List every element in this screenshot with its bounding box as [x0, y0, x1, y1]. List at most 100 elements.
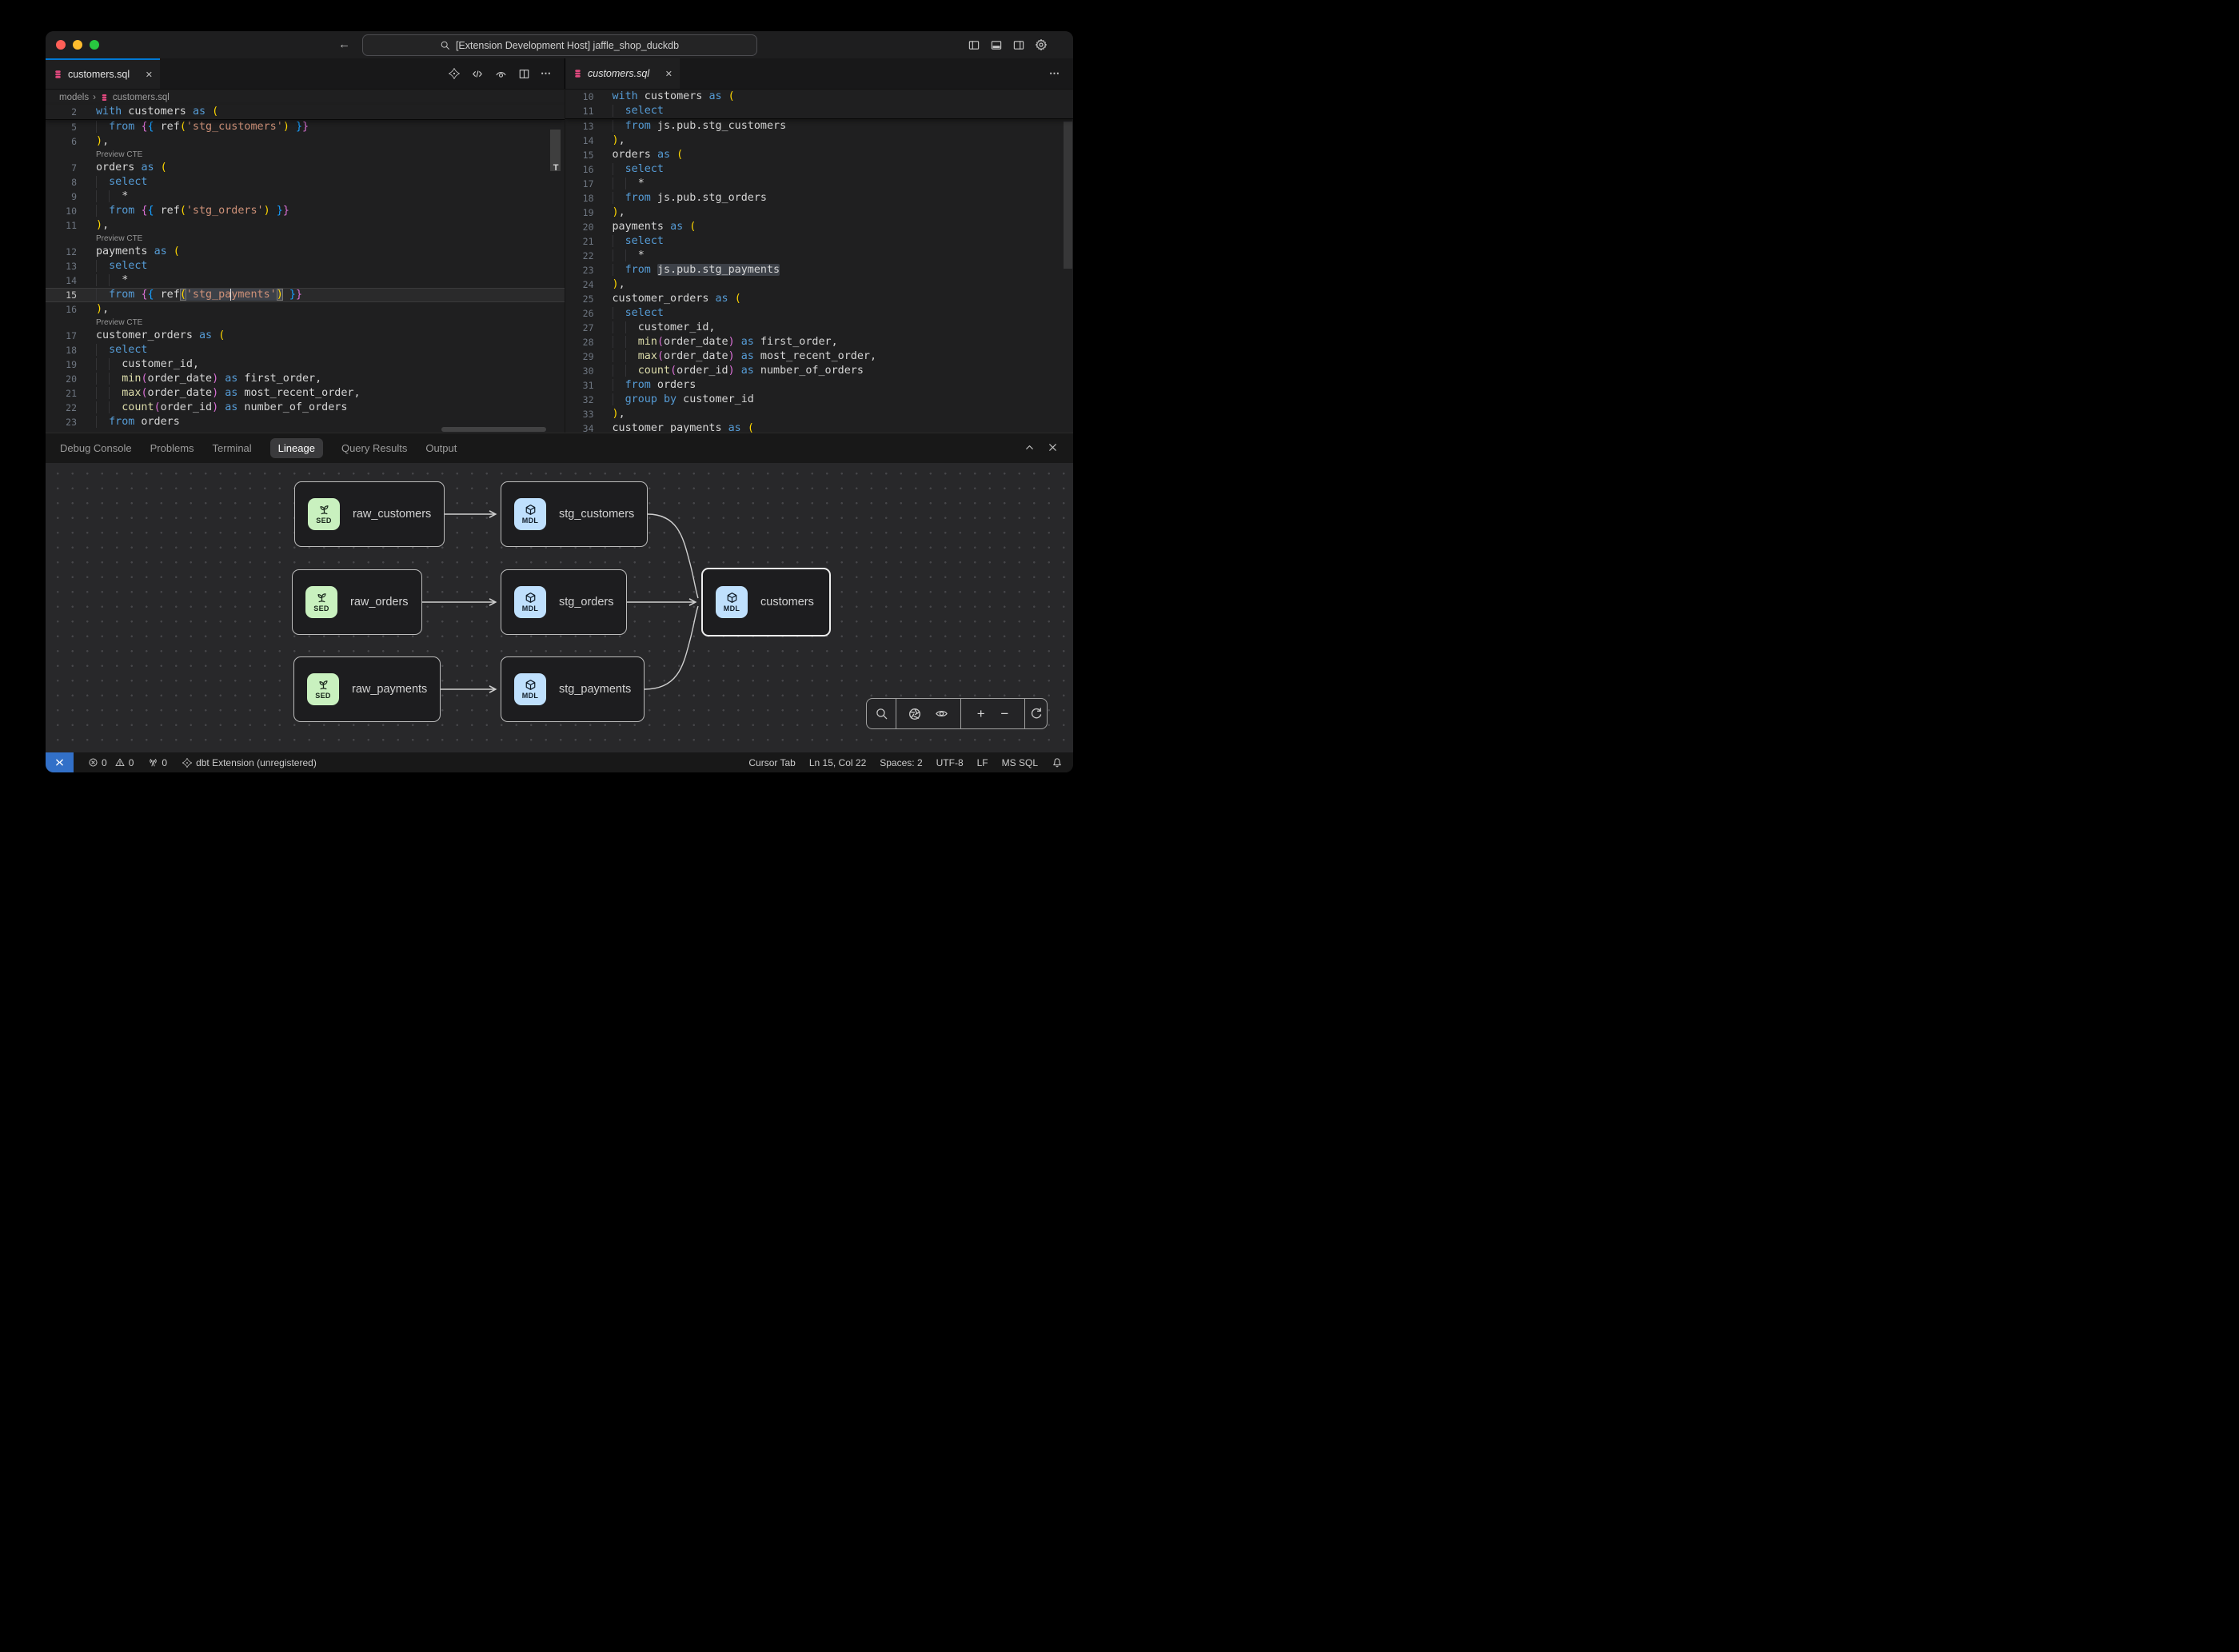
aperture-icon[interactable] — [908, 707, 922, 721]
code-line[interactable]: 8 select — [46, 175, 565, 190]
vertical-scrollbar-thumb[interactable] — [1064, 122, 1072, 269]
indentation-status[interactable]: Spaces: 2 — [880, 757, 922, 768]
code-line[interactable]: 21 select — [565, 234, 1074, 249]
code-line[interactable]: 26 select — [565, 306, 1074, 321]
code-line[interactable]: 33), — [565, 407, 1074, 421]
tab-lineage[interactable]: Lineage — [270, 438, 323, 458]
compiled-code-icon[interactable] — [471, 68, 484, 80]
codelens-line[interactable]: Preview CTE — [46, 317, 565, 329]
tab-customers-sql-right[interactable]: customers.sql ✕ — [565, 58, 680, 89]
more-actions-icon[interactable]: ⋯ — [1049, 67, 1060, 80]
code-line[interactable]: 15 from {{ ref('stg_payments') }} — [46, 288, 565, 302]
command-center-search[interactable]: [Extension Development Host] jaffle_shop… — [362, 34, 757, 56]
cursor-tab-status[interactable]: Cursor Tab — [748, 757, 795, 768]
bell-icon[interactable] — [1052, 757, 1063, 768]
code-line[interactable]: 20payments as ( — [565, 220, 1074, 234]
maximize-window-button[interactable] — [90, 40, 99, 50]
tab-problems[interactable]: Problems — [150, 442, 194, 454]
close-window-button[interactable] — [56, 40, 66, 50]
chevron-up-icon[interactable] — [1024, 441, 1036, 453]
code-line[interactable]: 16 select — [565, 162, 1074, 177]
code-line[interactable]: 11), — [46, 218, 565, 233]
code-line[interactable]: 28 min(order_date) as first_order, — [565, 335, 1074, 349]
code-line[interactable]: 19), — [565, 206, 1074, 220]
code-line[interactable]: 34customer_payments as ( — [565, 421, 1074, 433]
code-line[interactable]: 22 * — [565, 249, 1074, 263]
back-arrow-icon[interactable]: ← — [338, 37, 350, 53]
zoom-in-icon[interactable]: + — [977, 707, 985, 720]
code-line[interactable]: 14 * — [46, 273, 565, 288]
code-line[interactable]: 10with customers as ( — [565, 90, 1074, 104]
encoding-status[interactable]: UTF-8 — [936, 757, 964, 768]
code-line[interactable]: 14), — [565, 134, 1074, 148]
code-lines[interactable]: 5 from {{ ref('stg_customers') }}6),Prev… — [46, 120, 565, 429]
codelens-line[interactable]: Preview CTE — [46, 149, 565, 161]
minimize-window-button[interactable] — [73, 40, 82, 50]
source-editor[interactable]: models › customers.sql 2with customers a… — [46, 90, 565, 433]
code-line[interactable]: 22 count(order_id) as number_of_orders — [46, 401, 565, 415]
search-icon[interactable] — [875, 707, 888, 720]
toggle-secondary-sidebar-icon[interactable] — [1012, 39, 1025, 51]
close-tab-icon[interactable]: ✕ — [146, 70, 153, 80]
code-lines[interactable]: 13 from js.pub.stg_customers14),15orders… — [565, 119, 1074, 433]
ports-status[interactable]: 0 — [148, 757, 167, 768]
code-line[interactable]: 32 group by customer_id — [565, 393, 1074, 407]
code-line[interactable]: 27 customer_id, — [565, 321, 1074, 335]
code-line[interactable]: 29 max(order_date) as most_recent_order, — [565, 349, 1074, 364]
codelens-line[interactable]: Preview CTE — [46, 233, 565, 245]
code-line[interactable]: 17 * — [565, 177, 1074, 191]
code-line[interactable]: 13 select — [46, 259, 565, 273]
title-bar[interactable]: ← → [Extension Development Host] jaffle_… — [46, 31, 1073, 58]
code-line[interactable]: 17customer_orders as ( — [46, 329, 565, 343]
lineage-graph-canvas[interactable]: SED raw_customers MDL stg_customers — [46, 463, 1073, 752]
code-line[interactable]: 18 from js.pub.stg_orders — [565, 191, 1074, 206]
close-tab-icon[interactable]: ✕ — [665, 69, 672, 79]
tab-customers-sql-left[interactable]: customers.sql ✕ — [46, 58, 160, 89]
tab-terminal[interactable]: Terminal — [213, 442, 252, 454]
toggle-primary-sidebar-icon[interactable] — [968, 39, 980, 51]
breadcrumb-file[interactable]: customers.sql — [113, 93, 170, 102]
toggle-panel-icon[interactable] — [990, 39, 1003, 51]
code-line[interactable]: 24), — [565, 277, 1074, 292]
code-line[interactable]: 5 from {{ ref('stg_customers') }} — [46, 120, 565, 134]
code-line[interactable]: 23 from js.pub.stg_payments — [565, 263, 1074, 277]
code-line[interactable]: 25customer_orders as ( — [565, 292, 1074, 306]
gear-icon[interactable] — [1035, 38, 1048, 51]
refresh-icon[interactable] — [1029, 707, 1043, 720]
tab-output[interactable]: Output — [425, 442, 457, 454]
code-line[interactable]: 10 from {{ ref('stg_orders') }} — [46, 204, 565, 218]
lineage-node-raw-payments[interactable]: SED raw_payments — [293, 656, 441, 722]
code-line[interactable]: 12payments as ( — [46, 245, 565, 259]
dbt-extension-status[interactable]: dbt Extension (unregistered) — [182, 757, 317, 768]
more-actions-icon[interactable]: ⋯ — [541, 67, 552, 80]
lineage-node-stg-orders[interactable]: MDL stg_orders — [501, 569, 627, 635]
code-line[interactable]: 19 customer_id, — [46, 357, 565, 372]
close-panel-icon[interactable] — [1047, 441, 1059, 453]
lineage-node-raw-orders[interactable]: SED raw_orders — [292, 569, 422, 635]
lineage-node-stg-payments[interactable]: MDL stg_payments — [501, 656, 645, 722]
code-line[interactable]: 30 count(order_id) as number_of_orders — [565, 364, 1074, 378]
remote-indicator[interactable] — [46, 752, 74, 772]
preview-eye-icon[interactable] — [494, 68, 508, 80]
sticky-scroll[interactable]: 10with customers as (11 select — [565, 90, 1074, 119]
code-line[interactable]: 20 min(order_date) as first_order, — [46, 372, 565, 386]
sticky-scroll[interactable]: 2with customers as ( — [46, 105, 565, 120]
code-line[interactable]: 21 max(order_date) as most_recent_order, — [46, 386, 565, 401]
lineage-node-stg-customers[interactable]: MDL stg_customers — [501, 481, 648, 547]
problems-status[interactable]: 0 0 — [88, 757, 134, 768]
tab-query-results[interactable]: Query Results — [341, 442, 407, 454]
cursor-position-status[interactable]: Ln 15, Col 22 — [809, 757, 866, 768]
compiled-sql-editor[interactable]: 10with customers as (11 select 13 from j… — [565, 90, 1074, 433]
code-line[interactable]: 7orders as ( — [46, 161, 565, 175]
tab-debug-console[interactable]: Debug Console — [60, 442, 132, 454]
eye-icon[interactable] — [934, 707, 949, 720]
code-line[interactable]: 2with customers as ( — [46, 105, 565, 119]
split-editor-icon[interactable] — [518, 68, 530, 80]
dbt-logo-icon[interactable] — [448, 67, 461, 80]
code-line[interactable]: 11 select — [565, 104, 1074, 118]
horizontal-scrollbar-thumb[interactable] — [441, 427, 546, 432]
lineage-node-raw-customers[interactable]: SED raw_customers — [294, 481, 445, 547]
zoom-out-icon[interactable]: − — [1000, 707, 1008, 720]
code-line[interactable]: 9 * — [46, 190, 565, 204]
eol-status[interactable]: LF — [977, 757, 988, 768]
